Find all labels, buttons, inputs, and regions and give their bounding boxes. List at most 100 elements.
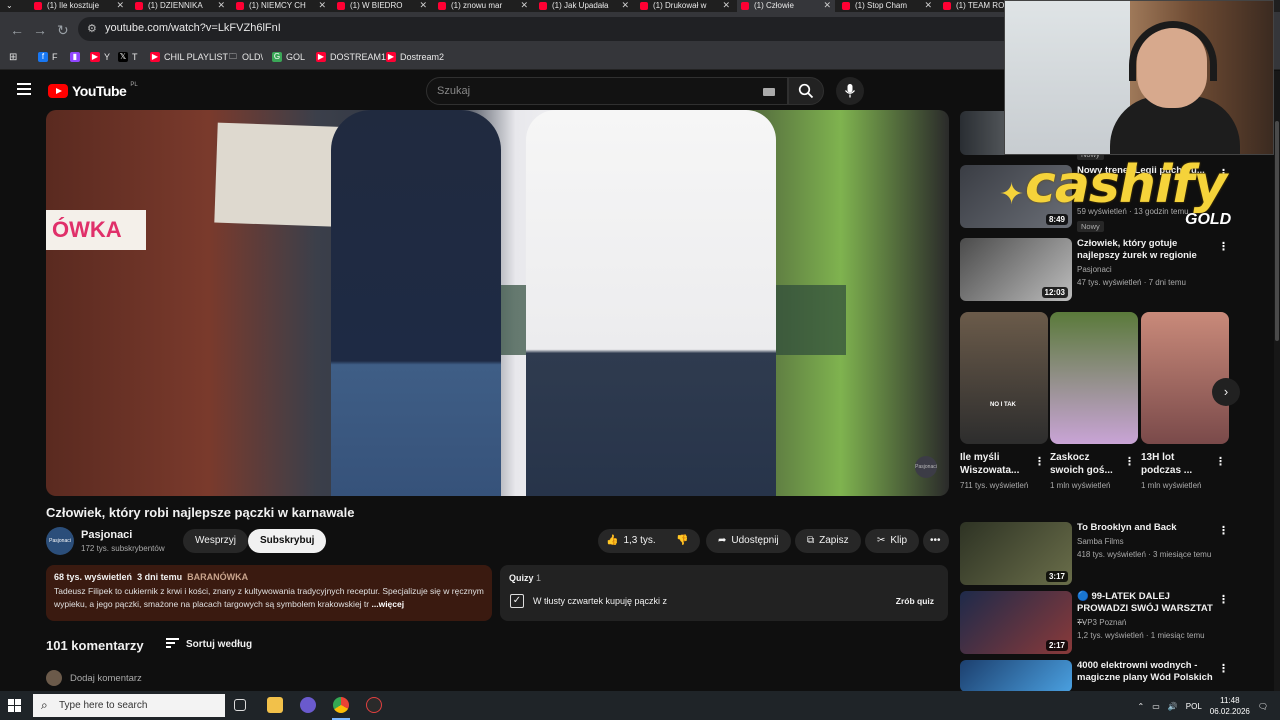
voice-search-button[interactable]: [836, 77, 864, 105]
share-button[interactable]: ➦ Udostępnij: [706, 529, 791, 553]
close-tab-icon[interactable]: ✕: [217, 0, 225, 11]
video-thumbnail: 3:17: [960, 522, 1072, 585]
more-options-icon[interactable]: ⋮: [1218, 524, 1229, 537]
forward-icon[interactable]: →: [33, 22, 47, 38]
shop-sign: ÓWKA: [46, 210, 146, 250]
address-bar[interactable]: ⚙ youtube.com/watch?v=LkFVZh6lFnI: [78, 17, 1018, 41]
bookmark-item[interactable]: 🗀 OLD\: [228, 52, 263, 62]
search-button[interactable]: [788, 77, 824, 105]
more-link[interactable]: ...więcej: [372, 599, 405, 609]
video-channel[interactable]: Pasjonaci: [1077, 265, 1112, 274]
close-tab-icon[interactable]: ✕: [823, 0, 831, 11]
close-tab-icon[interactable]: ✕: [621, 0, 629, 11]
menu-icon[interactable]: [17, 83, 31, 95]
thumbs-up-icon: 👍: [606, 535, 619, 546]
short-item[interactable]: NO I TAK Ile myśli Wiszowata... 711 tys. w…: [960, 312, 1048, 491]
add-comment-input[interactable]: Dodaj komentarz: [70, 673, 142, 684]
channel-avatar[interactable]: Pasjonaci: [46, 527, 74, 555]
channel-name[interactable]: Pasjonaci: [81, 529, 132, 541]
browser-tab[interactable]: (1) NIEMCY CH ✕: [232, 0, 330, 12]
scrollbar-thumb[interactable]: [1275, 121, 1279, 341]
keyboard-icon[interactable]: [763, 88, 775, 96]
clock[interactable]: 11:48 06.02.2026: [1210, 695, 1250, 717]
bookmark-item[interactable]: G GOL: [272, 52, 305, 62]
short-item[interactable]: Zaskocz swoich goś... 1 mln wyświetleń ⋮: [1050, 312, 1138, 491]
video-stats: 418 tys. wyświetleń · 3 miesiące temu: [1077, 550, 1212, 559]
quiz-question[interactable]: W tłusty czwartek kupuję pączki z: [533, 596, 667, 606]
discord-icon[interactable]: [300, 697, 316, 713]
streamer-webcam: [1004, 0, 1274, 155]
more-actions-button[interactable]: •••: [923, 529, 949, 553]
more-options-icon[interactable]: ⋮: [1218, 662, 1229, 675]
task-view-icon[interactable]: [234, 699, 246, 711]
more-options-icon[interactable]: ⋮: [1215, 455, 1226, 468]
apps-icon[interactable]: ⊞: [9, 52, 17, 63]
microphone-icon: [844, 84, 856, 98]
taskbar-search-box[interactable]: ⌕ Type here to search: [33, 694, 225, 717]
bookmark-item[interactable]: 𝕏T: [118, 52, 138, 62]
save-label: Zapisz: [819, 535, 849, 546]
chevron-up-icon[interactable]: ⌃: [1138, 702, 1145, 711]
close-tab-icon[interactable]: ✕: [924, 0, 932, 11]
dislike-button[interactable]: 👎: [676, 529, 688, 553]
close-tab-icon[interactable]: ✕: [722, 0, 730, 11]
bookmark-item[interactable]: ▮: [70, 52, 84, 62]
youtube-favicon-icon: [539, 2, 547, 10]
close-tab-icon[interactable]: ✕: [116, 0, 124, 11]
close-tab-icon[interactable]: ✕: [318, 0, 326, 11]
obs-icon[interactable]: [366, 697, 382, 713]
youtube-logo[interactable]: YouTube PL: [48, 82, 138, 99]
page-scrollbar[interactable]: [1274, 71, 1280, 691]
search-placeholder: Szukaj: [437, 85, 471, 97]
file-explorer-icon[interactable]: [267, 697, 283, 713]
like-button[interactable]: 👍 1,3 tys.: [606, 535, 656, 546]
browser-tab[interactable]: (1) Jak Upadała ✕: [535, 0, 633, 12]
shorts-next-button[interactable]: ›: [1212, 378, 1240, 406]
windows-start-icon[interactable]: [8, 699, 22, 713]
browser-tab[interactable]: (1) znowu mar ✕: [434, 0, 532, 12]
site-info-icon[interactable]: ⚙: [87, 22, 97, 35]
clip-button[interactable]: ✂ Klip: [865, 529, 920, 553]
sort-comments-button[interactable]: Sortuj według: [166, 638, 252, 650]
bookmark-item[interactable]: fF: [38, 52, 58, 62]
close-tab-icon[interactable]: ✕: [419, 0, 427, 11]
browser-tab[interactable]: (1) Stop Cham ✕: [838, 0, 936, 12]
quiz-header: Quizy 1: [509, 573, 541, 583]
more-options-icon[interactable]: ⋮: [1218, 593, 1229, 606]
bookmark-item[interactable]: ▶ Y: [90, 52, 110, 62]
video-description[interactable]: 68 tys. wyświetleń 3 dni temu BARANÓWKA …: [46, 565, 492, 621]
browser-tab[interactable]: (1) Drukował w ✕: [636, 0, 734, 12]
location-tag[interactable]: BARANÓWKA: [187, 572, 248, 582]
browser-tab[interactable]: (1) W BIEDRO ✕: [333, 0, 431, 12]
more-options-icon[interactable]: ⋮: [1034, 455, 1045, 468]
bookmark-item[interactable]: ▶ CHIL PLAYLIST: [150, 52, 228, 62]
support-button[interactable]: Wesprzyj: [183, 529, 248, 553]
video-player[interactable]: ÓWKA Pasjonaci: [46, 110, 949, 496]
reload-icon[interactable]: ↻: [57, 22, 69, 39]
browser-tab[interactable]: (1) Ile kosztuje ✕: [30, 0, 128, 12]
close-tab-icon[interactable]: ✕: [520, 0, 528, 11]
more-options-icon[interactable]: ⋮: [1218, 240, 1229, 253]
chrome-icon[interactable]: [333, 697, 349, 713]
browser-tab[interactable]: (1) DZIENNIKA ✕: [131, 0, 229, 12]
clock-date: 06.02.2026: [1209, 707, 1250, 716]
language-indicator[interactable]: POL: [1186, 702, 1202, 711]
save-button[interactable]: ⧉ Zapisz: [795, 529, 861, 553]
network-icon[interactable]: ▭: [1152, 702, 1160, 711]
channel-watermark[interactable]: Pasjonaci: [915, 456, 937, 478]
subscribe-button[interactable]: Subskrybuj: [248, 529, 327, 553]
search-input[interactable]: Szukaj: [426, 77, 788, 105]
back-icon[interactable]: ←: [10, 22, 24, 38]
tab-list-button[interactable]: ⌄: [0, 0, 24, 12]
youtube-favicon-icon: [34, 2, 42, 10]
video-title: To Brooklyn and Back: [1077, 522, 1177, 533]
more-options-icon[interactable]: ⋮: [1124, 455, 1135, 468]
video-channel[interactable]: TVP3 Poznań: [1077, 618, 1126, 627]
take-quiz-button[interactable]: Zrób quiz: [896, 596, 934, 606]
notifications-icon[interactable]: 🗨: [1258, 702, 1268, 711]
video-channel[interactable]: Samba Films: [1077, 537, 1124, 546]
volume-icon[interactable]: 🔊: [1168, 702, 1178, 711]
browser-tab[interactable]: (1) Człowie ✕: [737, 0, 835, 12]
bookmark-item[interactable]: ▶ Dostream2: [386, 52, 444, 62]
bookmark-item[interactable]: ▶ DOSTREAM1: [316, 52, 386, 62]
